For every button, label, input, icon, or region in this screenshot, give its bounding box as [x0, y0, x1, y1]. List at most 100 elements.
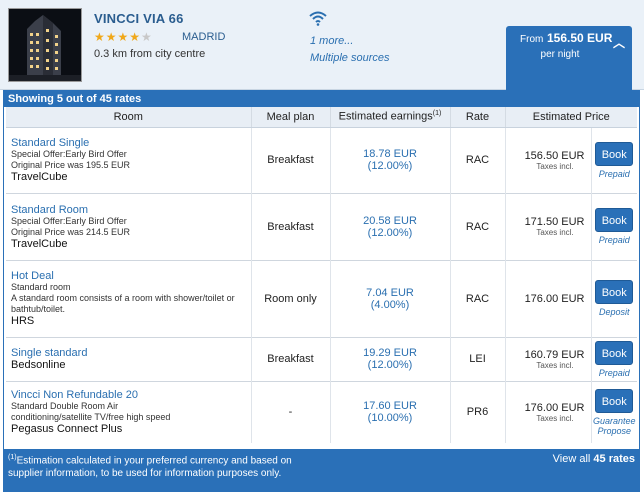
earnings-cell: 17.60 EUR (10.00%): [329, 380, 450, 443]
hotel-city: MADRID: [182, 31, 226, 43]
book-button[interactable]: Book: [595, 208, 634, 232]
payment-type: Prepaid: [598, 168, 630, 179]
footnote-text: Estimation calculated in your preferred …: [8, 455, 292, 480]
room-name-link[interactable]: Hot Deal: [11, 270, 246, 282]
earnings-amount: 20.58 EUR: [363, 214, 417, 227]
table-header-row: Room Meal plan Estimated earnings(1) Rat…: [6, 107, 637, 128]
star-icons-empty: ★: [141, 30, 153, 44]
chevron-up-icon: ︿: [612, 36, 625, 50]
meal-plan: Breakfast: [250, 336, 330, 381]
book-cell: Book Prepaid: [590, 192, 637, 260]
book-button[interactable]: Book: [595, 141, 634, 166]
room-supplier: HRS: [11, 315, 35, 327]
col-room: Room: [6, 107, 251, 128]
room-name-link[interactable]: Vincci Non Refundable 20: [11, 389, 246, 401]
room-desc-line2: Original Price was 195.5 EUR: [11, 160, 131, 170]
room-cell: Standard Room Special Offer:Early Bird O…: [6, 192, 251, 260]
payment-type: Prepaid: [598, 367, 630, 378]
footnote-marker: (1): [8, 454, 17, 461]
room-desc-line1: Special Offer:Early Bird Offer: [11, 215, 127, 226]
price-amount: 156.50 EUR: [524, 149, 585, 162]
table-row: Hot Deal Standard room A standard room c…: [6, 259, 637, 337]
book-cell: Book Prepaid: [590, 336, 637, 381]
view-all-rates-link[interactable]: View all 45 rates: [553, 453, 635, 465]
view-all-count: 45 rates: [593, 453, 635, 465]
table-row: Single standard Bedsonline Breakfast 19.…: [6, 336, 637, 381]
earnings-percent: (4.00%): [370, 298, 410, 311]
hotel-photo: [9, 9, 81, 81]
rates-count-bar: Showing 5 out of 45 rates: [4, 91, 639, 107]
book-cell: Book Guarantee Propose: [590, 380, 637, 443]
multiple-sources-label[interactable]: Multiple sources: [310, 52, 389, 64]
payment-type: Deposit: [598, 307, 630, 317]
col-earnings-label: Estimated earnings: [338, 111, 433, 124]
rate-code: LEI: [449, 336, 505, 381]
price-amount: 176.00 EUR: [524, 292, 585, 305]
taxes-note: Taxes incl.: [536, 228, 574, 237]
earnings-percent: (12.00%): [367, 226, 413, 239]
price-cell: 171.50 EUR Taxes incl.: [504, 192, 591, 260]
room-desc-line1: Standard Double Room Air: [11, 401, 119, 412]
rates-count-prefix: Showing 5 out of: [8, 93, 100, 105]
hotel-distance: 0.3 km from city centre: [94, 48, 206, 60]
price-cell: 160.79 EUR Taxes incl.: [504, 336, 591, 381]
book-cell: Book Prepaid: [590, 126, 637, 193]
rate-code: RAC: [449, 126, 505, 193]
price-amount: 171.50 EUR: [524, 216, 585, 228]
room-cell: Hot Deal Standard room A standard room c…: [6, 259, 251, 337]
table-row: Vincci Non Refundable 20 Standard Double…: [6, 380, 637, 443]
earnings-amount: 17.60 EUR: [363, 400, 417, 413]
price-amount: 176.00 EUR: [524, 401, 585, 414]
book-button[interactable]: Book: [595, 280, 634, 304]
room-name-link[interactable]: Standard Room: [11, 204, 246, 216]
star-rating: ★★★★★: [94, 30, 153, 44]
room-desc-line2: Original Price was 214.5 EUR: [11, 226, 131, 237]
rate-code: PR6: [449, 380, 505, 443]
price-cell: 176.00 EUR Taxes incl.: [504, 380, 591, 443]
table-row: Standard Room Special Offer:Early Bird O…: [6, 192, 637, 260]
room-desc-line2: A standard room consists of a room with …: [11, 293, 235, 314]
meal-plan: -: [250, 380, 330, 443]
hotel-name[interactable]: VINCCI VIA 66: [94, 11, 184, 26]
col-earnings-footnote: (1): [432, 110, 442, 118]
earnings-amount: 19.29 EUR: [363, 347, 417, 359]
hotel-thumbnail[interactable]: [8, 8, 82, 82]
room-cell: Vincci Non Refundable 20 Standard Double…: [6, 380, 251, 443]
earnings-percent: (12.00%): [367, 359, 413, 371]
earnings-percent: (12.00%): [367, 160, 413, 172]
room-supplier: TravelCube: [11, 237, 68, 250]
earnings-percent: (10.00%): [367, 412, 413, 425]
earnings-footnote: (1)Estimation calculated in your preferr…: [8, 451, 318, 480]
book-button[interactable]: Book: [595, 388, 634, 413]
taxes-note: Taxes incl.: [536, 360, 574, 370]
col-estimated-price: Estimated Price: [504, 107, 637, 128]
room-name-link[interactable]: Single standard: [11, 347, 246, 359]
rates-table: Room Meal plan Estimated earnings(1) Rat…: [6, 107, 637, 443]
price-summary-toggle[interactable]: From 156.50 EUR per night ︿: [506, 26, 632, 90]
meal-plan: Room only: [250, 259, 330, 337]
rate-code: RAC: [449, 192, 505, 260]
room-supplier: Bedsonline: [11, 359, 66, 371]
hotel-header: VINCCI VIA 66 ★★★★★ MADRID 0.3 km from c…: [0, 0, 644, 90]
earnings-amount: 7.04 EUR: [366, 286, 414, 299]
price-cell: 176.00 EUR: [504, 259, 591, 337]
price-from-label: From: [520, 34, 544, 45]
more-amenities-link[interactable]: 1 more...: [310, 35, 353, 47]
earnings-cell: 19.29 EUR (12.00%): [329, 336, 450, 381]
price-amount: 160.79 EUR: [524, 348, 585, 361]
rates-footer: (1)Estimation calculated in your preferr…: [4, 449, 639, 491]
view-all-prefix: View all: [552, 453, 594, 465]
earnings-cell: 20.58 EUR (12.00%): [329, 192, 450, 260]
col-estimated-earnings: Estimated earnings(1): [329, 107, 450, 128]
room-desc-line1: Standard room: [11, 282, 71, 292]
price-per-night: per night: [540, 49, 580, 60]
star-icons-filled: ★★★★: [94, 30, 142, 44]
room-name-link[interactable]: Standard Single: [11, 137, 246, 149]
price-from-value: 156.50 EUR: [547, 31, 613, 45]
book-button[interactable]: Book: [595, 340, 634, 365]
earnings-amount: 18.78 EUR: [363, 148, 417, 160]
payment-type: Prepaid: [598, 235, 630, 245]
taxes-note: Taxes incl.: [536, 161, 574, 171]
meal-plan: Breakfast: [250, 126, 330, 193]
col-meal-plan: Meal plan: [250, 107, 330, 128]
